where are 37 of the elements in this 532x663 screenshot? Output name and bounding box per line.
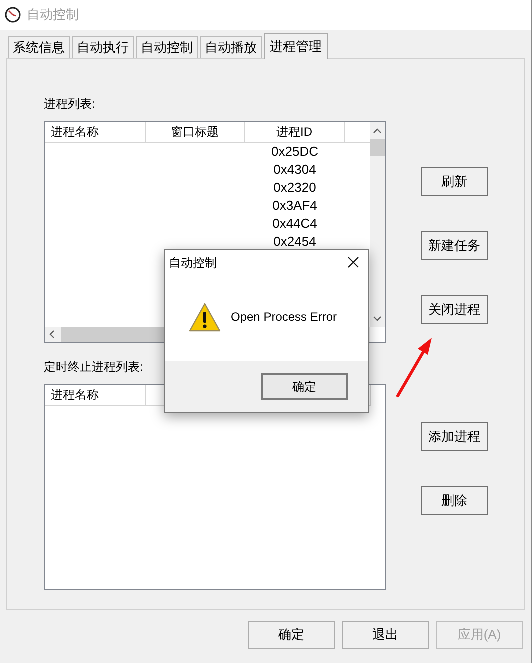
tab[interactable]: 进程管理 <box>264 33 328 59</box>
scroll-up-icon[interactable] <box>373 127 382 136</box>
clock-icon <box>5 7 21 23</box>
window-title: 自动控制 <box>27 6 79 24</box>
table-cell-text: 0x44C4 <box>272 215 318 234</box>
pointer-arrow <box>396 338 432 398</box>
column-header[interactable]: 进程名称 <box>45 385 146 406</box>
column-header[interactable]: 窗口标题 <box>146 122 245 143</box>
ok-button[interactable]: 确定 <box>261 373 348 400</box>
tab[interactable]: 系统信息 <box>8 36 70 58</box>
action-button[interactable]: 添加进程 <box>421 422 488 451</box>
table-cell-text: 0x2320 <box>272 179 318 198</box>
column-header[interactable]: 进程名称 <box>45 122 146 143</box>
action-button[interactable]: 刷新 <box>421 167 488 196</box>
action-button[interactable]: 新建任务 <box>421 231 488 260</box>
list-label: 进程列表: <box>44 97 96 111</box>
vertical-scrollbar[interactable] <box>370 122 385 327</box>
dialog-button[interactable]: 退出 <box>342 621 429 649</box>
warning-icon <box>189 303 221 333</box>
list-label: 定时终止进程列表: <box>44 360 144 374</box>
action-button[interactable]: 关闭进程 <box>421 295 488 324</box>
table-cell-text: 0x4304 <box>272 161 318 180</box>
dialog-button[interactable]: 确定 <box>248 621 335 649</box>
table-cell-text: 0x3AF4 <box>272 197 318 216</box>
error-message: Open Process Error <box>231 309 338 326</box>
column-header[interactable]: 进程ID <box>245 122 345 143</box>
scroll-left-icon[interactable] <box>48 330 57 339</box>
close-icon[interactable] <box>348 257 358 268</box>
tab[interactable]: 自动播放 <box>200 36 262 58</box>
table-cell-text: 0x25DC <box>270 143 320 162</box>
action-button[interactable]: 删除 <box>421 486 488 515</box>
table-cell-text: 0x2454 <box>272 233 318 252</box>
scroll-down-icon[interactable] <box>373 314 382 323</box>
tab[interactable]: 自动控制 <box>136 36 198 58</box>
tab[interactable]: 自动执行 <box>72 36 134 58</box>
dialog-title: 自动控制 <box>169 254 217 272</box>
scroll-thumb[interactable] <box>370 139 385 156</box>
